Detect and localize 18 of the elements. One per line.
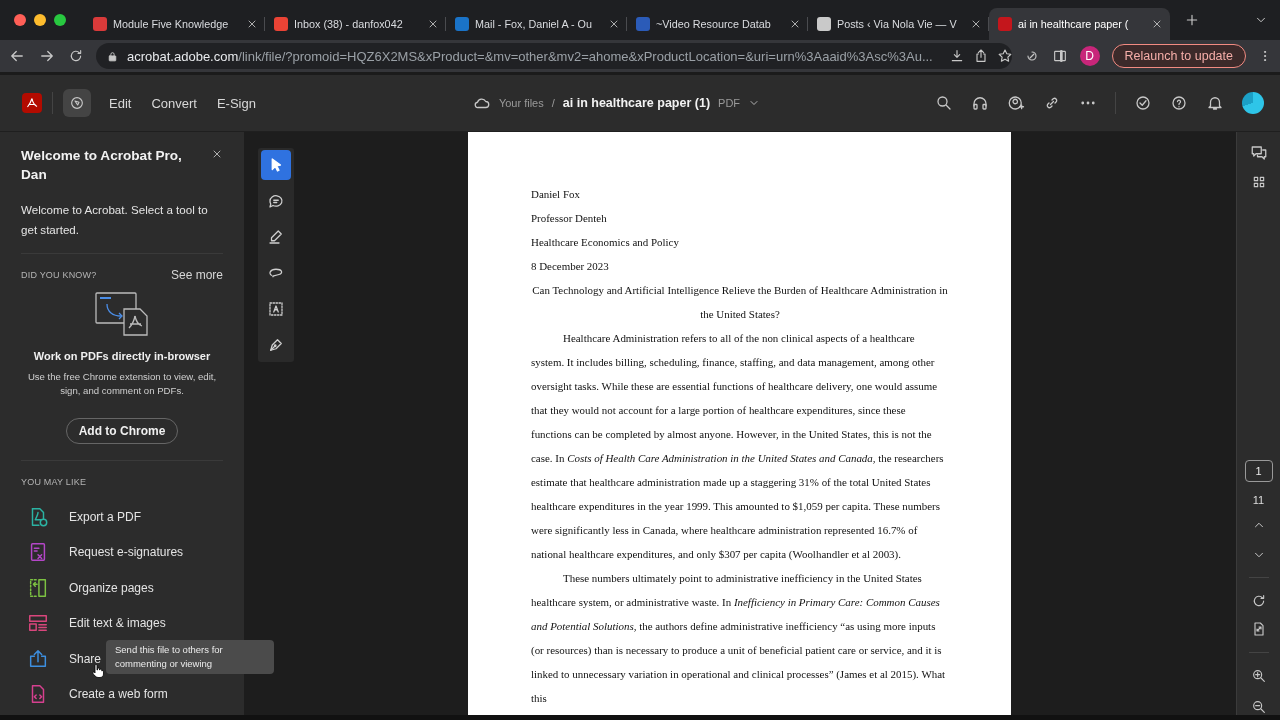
document-title: Can Technology and Artificial Intelligence Relieve the Burden of Healthcare Administration in the United States? xyxy=(531,283,949,322)
intro-text: Welcome to Acrobat. Select a tool to get started. xyxy=(21,202,209,238)
page-count: 11 xyxy=(1252,494,1265,507)
file-type: PDF xyxy=(718,97,741,109)
breadcrumb-separator: / xyxy=(551,97,555,109)
document-line: Healthcare Economics and Policy xyxy=(531,235,680,250)
document-line: 8 December 2023 xyxy=(531,259,610,274)
tooltip: Send this file to others for commenting or viewing xyxy=(106,640,274,674)
document-paragraph: Healthcare Administration refers to all of the non clinical aspects of a healthcare system. It includes billing, scheduling, finance, staffing, and data management, among other oversight tasks. While these are essential functions of healthcare delivery, one would assume that they would not account for a large portion of healthcare expenditures, since these functions can be completed by almost anyone. However, in the United States, this is not the case. In Costs of Health Care Administration in the United States and Canada, the researchers estimate that healthcare administration made up a staggering 31% of the total United States healthcare expenditures in the year 1999. This amounted to $1,059 per capita. These numbers were significantly less in Canada, where healthcare administration represented 16.7% of national healthcare expenditures, and only $307 per capita (Woolhandler et al 2003). xyxy=(531,331,945,562)
panel-title: Welcome to Acrobat Pro, Dan xyxy=(21,147,183,184)
section-label: DID YOU KNOW? xyxy=(21,270,97,280)
section-label: YOU MAY LIKE xyxy=(21,477,88,487)
document-line: Professor Denteh xyxy=(531,211,608,226)
promo-title: Work on PDFs directly in-browser xyxy=(33,350,211,362)
promo-text: Use the free Chrome extension to view, edit, sign, and comment on PDFs. xyxy=(26,370,218,398)
document-paragraph: These numbers ultimately point to administrative inefficiency in the United States healthcare system, or administrative waste. In Inefficiency in Primary Care: Common Causes and Potential Solutions, the authors define administrative inefficiency “as using more inputs (or resources) than is necessary to produce a unit of beneficial patient care or service, and it is linked to unnecessary variation in operational and clinical processes” (James et al 2015). What this xyxy=(531,571,947,706)
file-name: ai in healthcare paper (1) xyxy=(562,96,711,110)
document-line: Daniel Fox xyxy=(531,187,581,202)
